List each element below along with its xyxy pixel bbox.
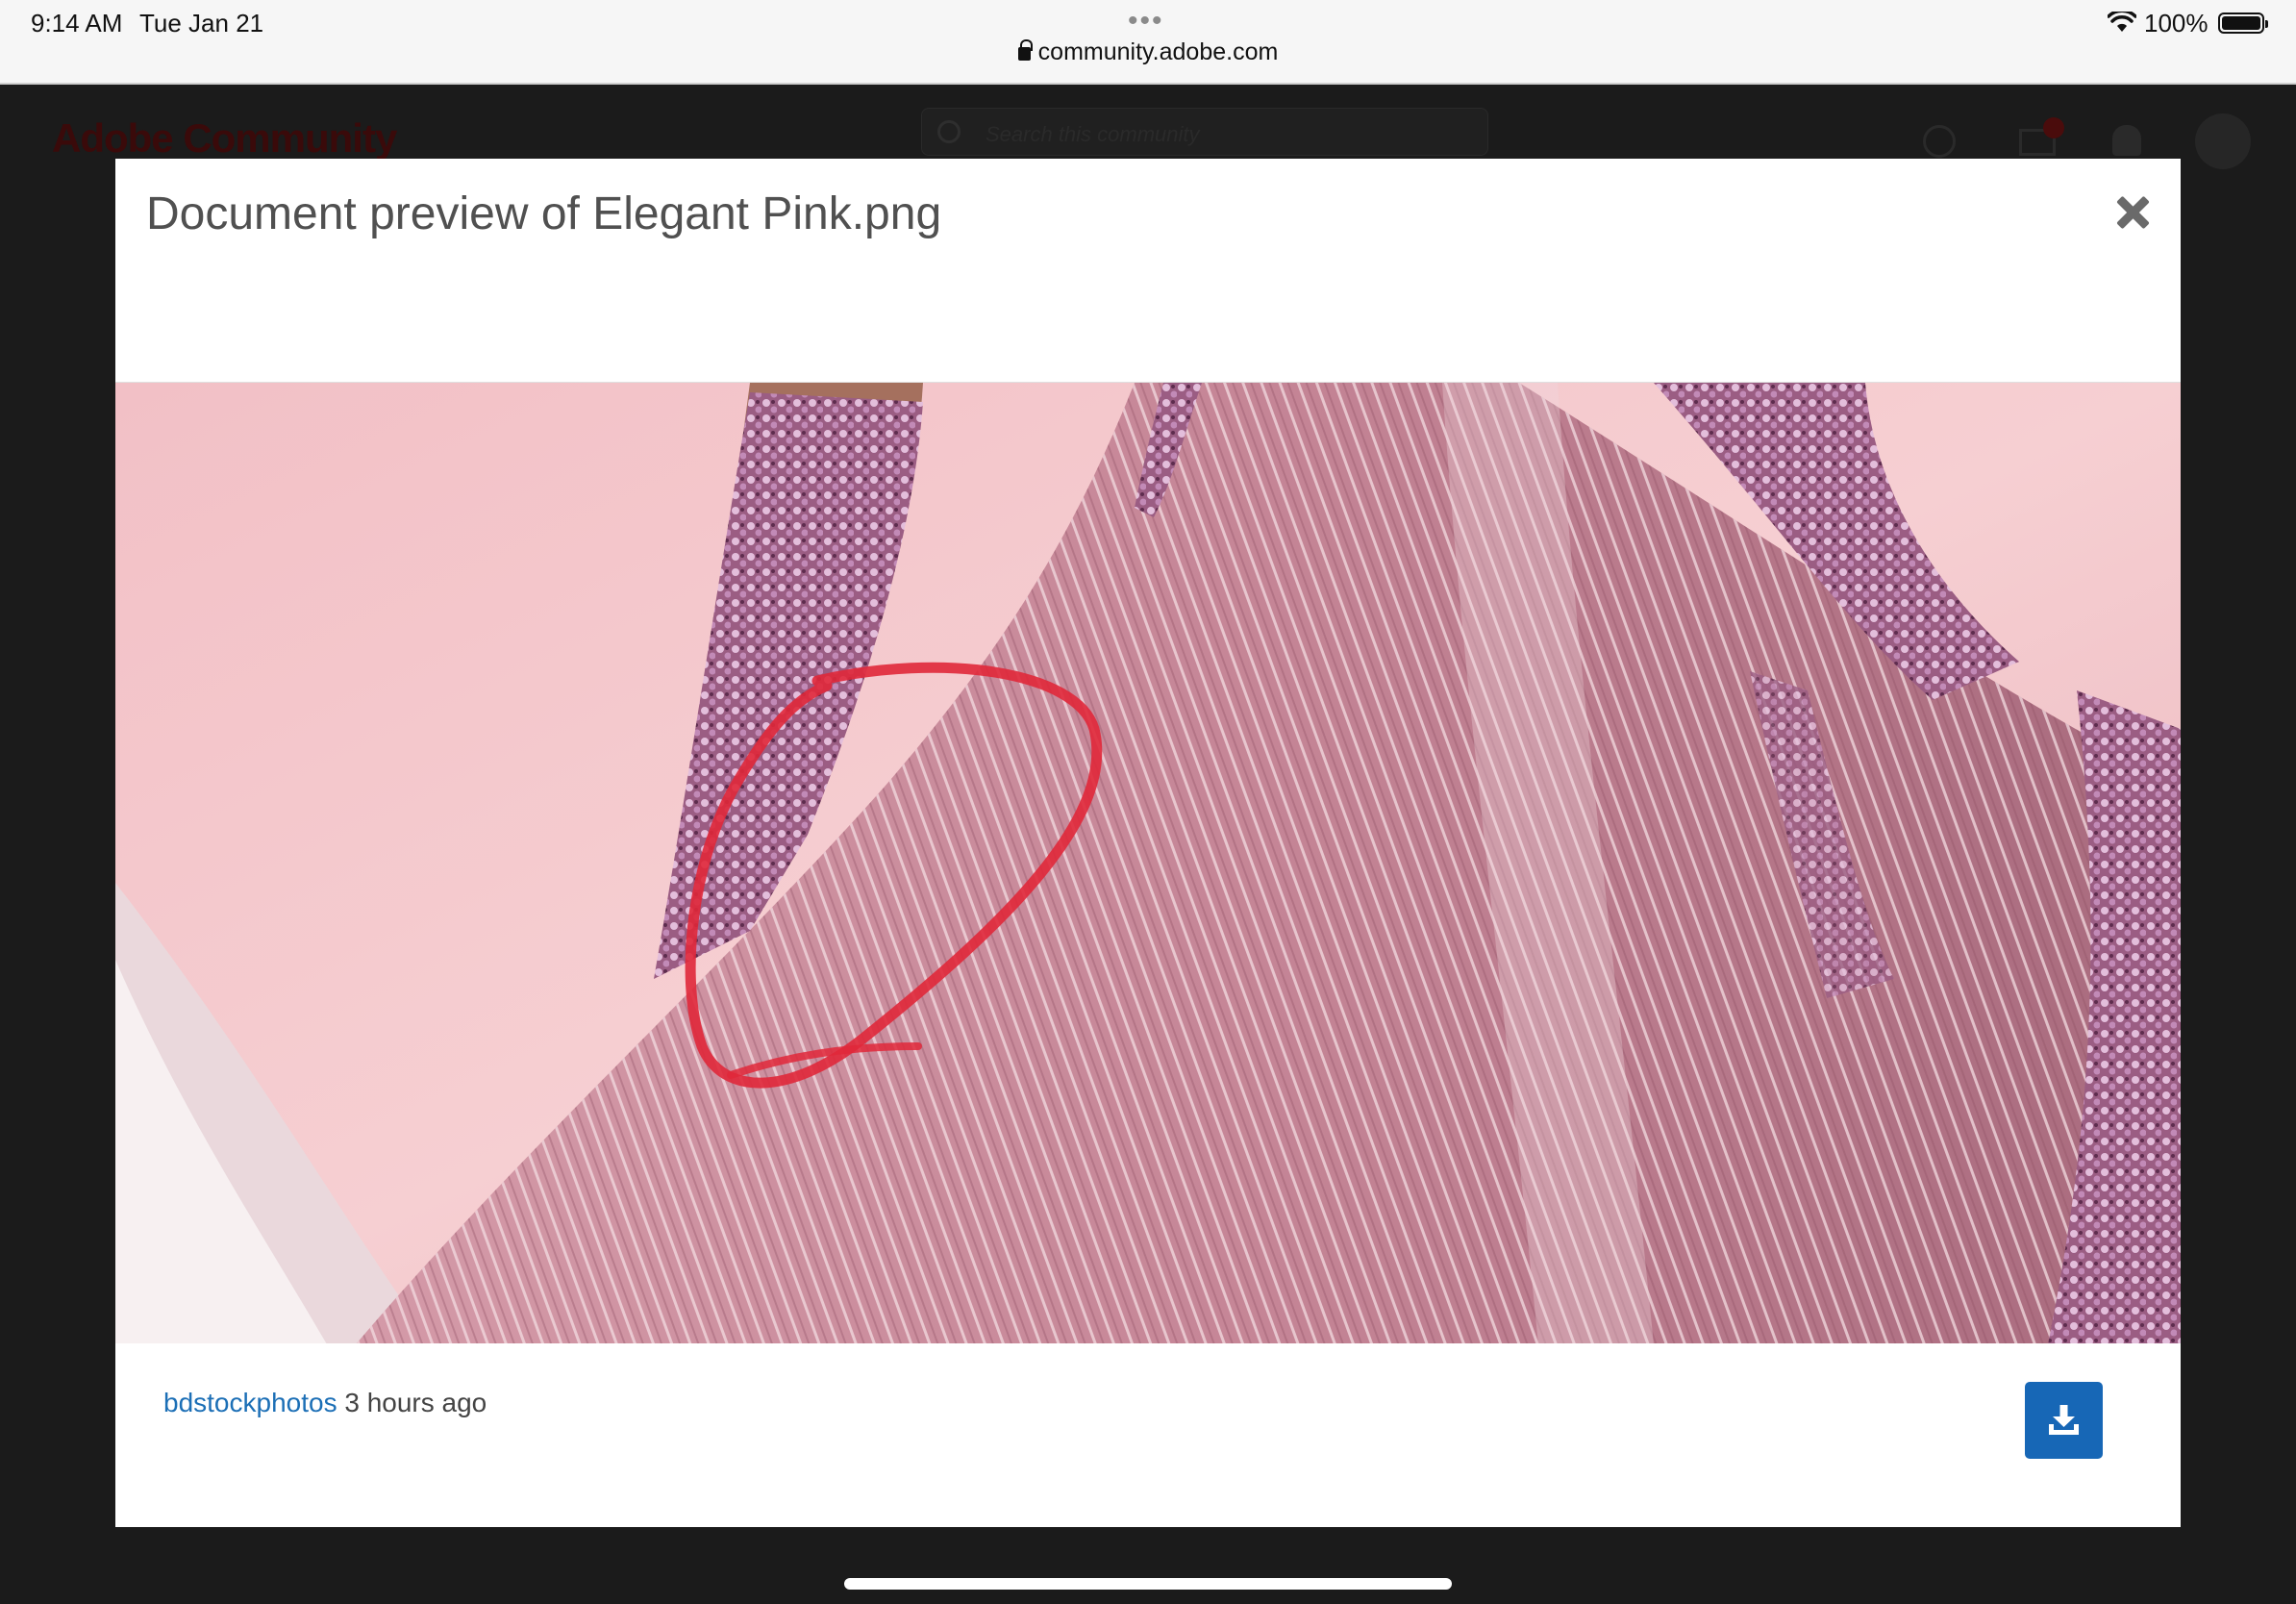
notification-badge xyxy=(2043,117,2064,138)
status-time: 9:14 AM xyxy=(31,9,123,38)
document-preview-modal: Document preview of Elegant Pink.png bds… xyxy=(115,159,2181,1527)
url-text: community.adobe.com xyxy=(1037,38,1279,65)
wifi-icon xyxy=(2108,12,2136,32)
avatar xyxy=(2195,113,2251,169)
battery-icon xyxy=(2218,13,2268,34)
download-button[interactable] xyxy=(2025,1382,2103,1459)
site-logo: Adobe Community xyxy=(52,115,397,161)
modal-title: Document preview of Elegant Pink.png xyxy=(146,188,942,239)
bell-icon xyxy=(2112,125,2141,156)
globe-icon xyxy=(1923,125,1956,158)
home-indicator[interactable] xyxy=(844,1578,1452,1590)
battery-percent: 100% xyxy=(2144,9,2209,38)
multitasking-dots[interactable]: ••• xyxy=(1128,7,1164,36)
search-placeholder: Search this community xyxy=(986,122,1200,146)
ios-status-bar: 9:14 AM Tue Jan 21 ••• community.adobe.c… xyxy=(0,0,2296,85)
attachment-meta: bdstockphotos 3 hours ago xyxy=(163,1388,487,1418)
search-input: Search this community xyxy=(921,108,1488,156)
preview-image xyxy=(115,383,2181,1343)
close-icon[interactable] xyxy=(2113,193,2152,232)
search-icon xyxy=(937,120,961,143)
download-icon xyxy=(2049,1405,2079,1435)
image-preview xyxy=(115,382,2181,1343)
lock-icon xyxy=(1017,39,1033,61)
posted-time: 3 hours ago xyxy=(344,1388,487,1417)
address-bar[interactable]: community.adobe.com xyxy=(0,38,2296,66)
site-header: Adobe Community Search this community xyxy=(0,87,2296,169)
author-link[interactable]: bdstockphotos xyxy=(163,1388,337,1417)
status-date: Tue Jan 21 xyxy=(139,9,264,38)
